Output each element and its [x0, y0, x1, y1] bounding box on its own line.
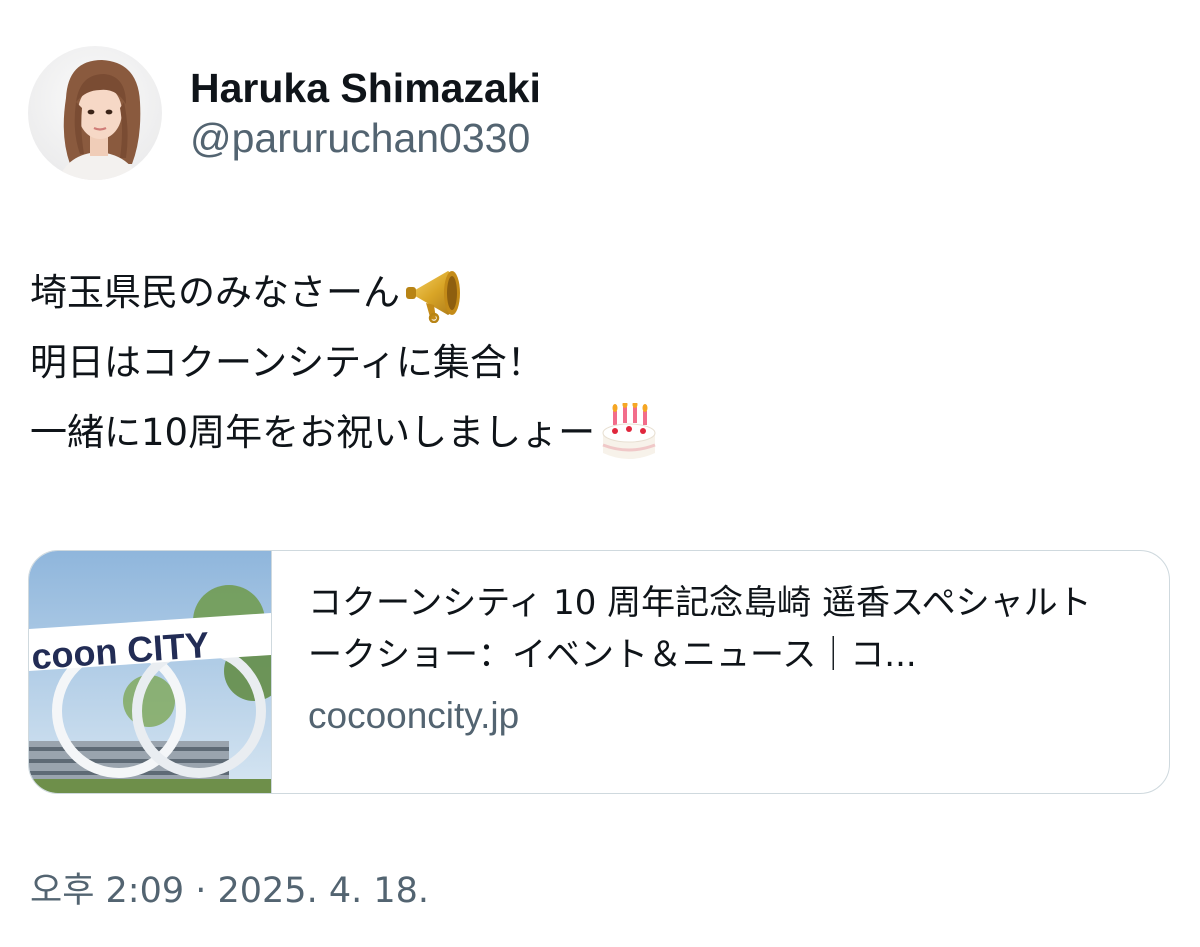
- link-preview-body: コクーンシティ 10 周年記念島崎 遥香スペシャルトークショー：イベント＆ニュー…: [272, 551, 1169, 793]
- avatar[interactable]: [28, 46, 162, 180]
- tweet-line: 明日はコクーンシティに集合！: [30, 328, 659, 398]
- tweet-timestamp[interactable]: 오후 2:09 · 2025. 4. 18.: [30, 866, 429, 916]
- author-names: Haruka Shimazaki @paruruchan0330: [190, 46, 541, 180]
- link-preview-title: コクーンシティ 10 周年記念島崎 遥香スペシャルトークショー：イベント＆ニュー…: [308, 583, 1092, 675]
- author-handle[interactable]: @paruruchan0330: [190, 113, 541, 163]
- link-preview-domain: cocooncity.jp: [308, 695, 520, 736]
- tweet-line: 一緒に10周年をお祝いしましょー: [30, 398, 659, 468]
- birthday-cake-icon: [599, 403, 659, 463]
- megaphone-icon: [404, 263, 468, 323]
- link-preview-card[interactable]: coon CITY コクーンシティ 10 周年記念島崎 遥香スペシャルトークショ…: [28, 550, 1170, 794]
- tweet-line-text: 埼玉県民のみなさーん: [30, 271, 400, 314]
- link-preview-thumbnail: coon CITY: [29, 551, 272, 793]
- tweet-line-text: 一緒に10周年をお祝いしましょー: [30, 411, 596, 454]
- tweet-line-text: 明日はコクーンシティに集合！: [30, 341, 544, 384]
- tweet-text: 埼玉県民のみなさーん 明日はコクーンシティに集合！ 一緒に10周年をお祝いしまし…: [30, 258, 659, 468]
- author-display-name[interactable]: Haruka Shimazaki: [190, 63, 541, 113]
- tweet-header: Haruka Shimazaki @paruruchan0330: [28, 44, 541, 182]
- tweet-line: 埼玉県民のみなさーん: [30, 258, 659, 328]
- avatar-photo: [28, 46, 162, 180]
- tweet: Haruka Shimazaki @paruruchan0330 埼玉県民のみな…: [0, 0, 1200, 947]
